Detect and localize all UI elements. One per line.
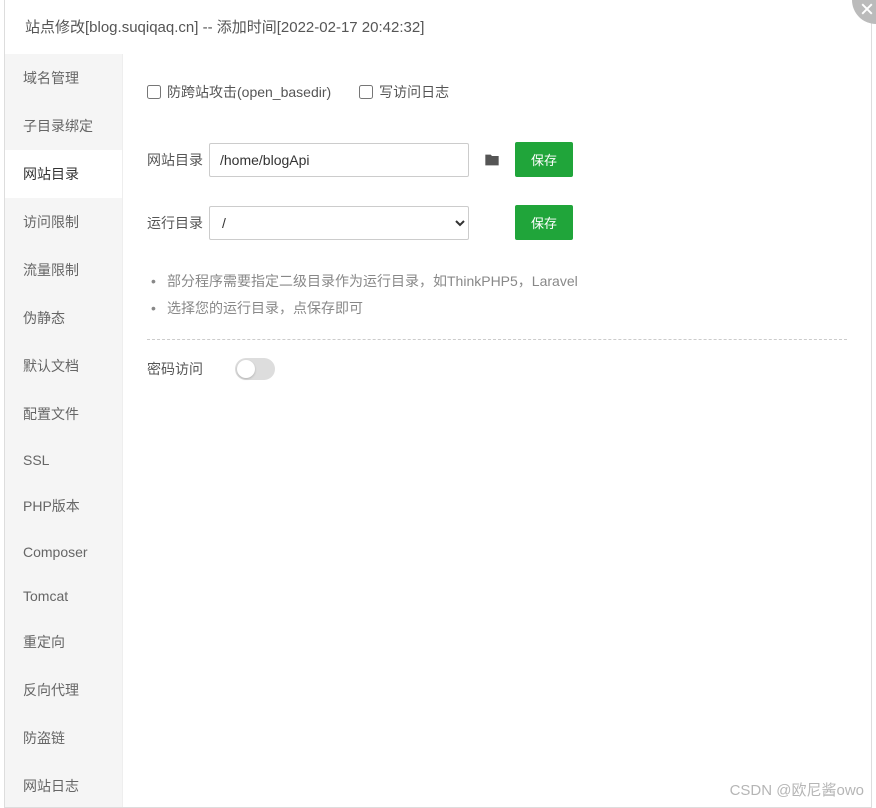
sidebar-item-label: 网站目录 [23,166,79,182]
sidebar-item-config-file[interactable]: 配置文件 [5,390,122,438]
password-access-label: 密码访问 [147,359,203,379]
sidebar-item-label: 子目录绑定 [23,118,93,134]
sidebar-item-site-log[interactable]: 网站日志 [5,762,122,807]
close-icon [861,2,873,18]
sidebar-item-access-limit[interactable]: 访问限制 [5,198,122,246]
sidebar-item-reverse-proxy[interactable]: 反向代理 [5,666,122,714]
hint-item: 选择您的运行目录，点保存即可 [147,295,847,322]
site-dir-row: 网站目录 保存 [147,142,847,177]
sidebar-item-redirect[interactable]: 重定向 [5,618,122,666]
access-log-checkbox-group[interactable]: 写访问日志 [359,82,449,102]
run-dir-row: 运行目录 / 保存 [147,205,847,240]
sidebar-item-composer[interactable]: Composer [5,530,122,574]
sidebar-item-domain[interactable]: 域名管理 [5,54,122,102]
sidebar-item-antileech[interactable]: 防盗链 [5,714,122,762]
site-dir-label: 网站目录 [147,150,209,170]
save-run-dir-button[interactable]: 保存 [515,205,573,240]
password-access-row: 密码访问 [147,358,847,380]
save-site-dir-button[interactable]: 保存 [515,142,573,177]
hint-list: 部分程序需要指定二级目录作为运行目录，如ThinkPHP5，Laravel 选择… [147,268,847,340]
sidebar-item-label: 流量限制 [23,262,79,278]
sidebar-item-label: 重定向 [23,634,65,650]
sidebar-item-label: 默认文档 [23,358,79,374]
sidebar-item-label: 伪静态 [23,310,65,326]
sidebar-item-label: SSL [23,452,49,468]
sidebar-item-label: 反向代理 [23,682,79,698]
dialog-title: 站点修改[blog.suqiqaq.cn] -- 添加时间[2022-02-17… [5,0,871,54]
sidebar-item-site-dir[interactable]: 网站目录 [5,150,122,198]
folder-icon[interactable] [483,153,501,167]
sidebar-item-label: Tomcat [23,588,68,604]
sidebar-item-label: PHP版本 [23,498,80,514]
dialog-body: 域名管理 子目录绑定 网站目录 访问限制 流量限制 伪静态 默认文档 配置文件 … [5,54,871,807]
sidebar-item-pseudo-static[interactable]: 伪静态 [5,294,122,342]
sidebar: 域名管理 子目录绑定 网站目录 访问限制 流量限制 伪静态 默认文档 配置文件 … [5,54,123,807]
sidebar-item-php-version[interactable]: PHP版本 [5,482,122,530]
content-panel: 防跨站攻击(open_basedir) 写访问日志 网站目录 保存 运行目录 / [123,54,871,807]
sidebar-item-traffic-limit[interactable]: 流量限制 [5,246,122,294]
access-log-label: 写访问日志 [379,82,449,102]
checkbox-row: 防跨站攻击(open_basedir) 写访问日志 [147,82,847,102]
sidebar-item-label: 配置文件 [23,406,79,422]
hint-item: 部分程序需要指定二级目录作为运行目录，如ThinkPHP5，Laravel [147,268,847,295]
sidebar-item-subdir[interactable]: 子目录绑定 [5,102,122,150]
open-basedir-checkbox[interactable] [147,85,161,99]
sidebar-item-tomcat[interactable]: Tomcat [5,574,122,618]
run-dir-label: 运行目录 [147,213,209,233]
sidebar-item-default-doc[interactable]: 默认文档 [5,342,122,390]
password-access-toggle[interactable] [235,358,275,380]
sidebar-item-label: 访问限制 [23,214,79,230]
open-basedir-label: 防跨站攻击(open_basedir) [167,82,331,102]
sidebar-item-label: 网站日志 [23,778,79,794]
sidebar-item-label: 防盗链 [23,730,65,746]
sidebar-item-label: 域名管理 [23,70,79,86]
access-log-checkbox[interactable] [359,85,373,99]
site-dir-input[interactable] [209,143,469,177]
toggle-knob [237,360,255,378]
sidebar-item-ssl[interactable]: SSL [5,438,122,482]
sidebar-item-label: Composer [23,544,88,560]
run-dir-select[interactable]: / [209,206,469,240]
open-basedir-checkbox-group[interactable]: 防跨站攻击(open_basedir) [147,82,331,102]
dialog: 站点修改[blog.suqiqaq.cn] -- 添加时间[2022-02-17… [4,0,872,808]
